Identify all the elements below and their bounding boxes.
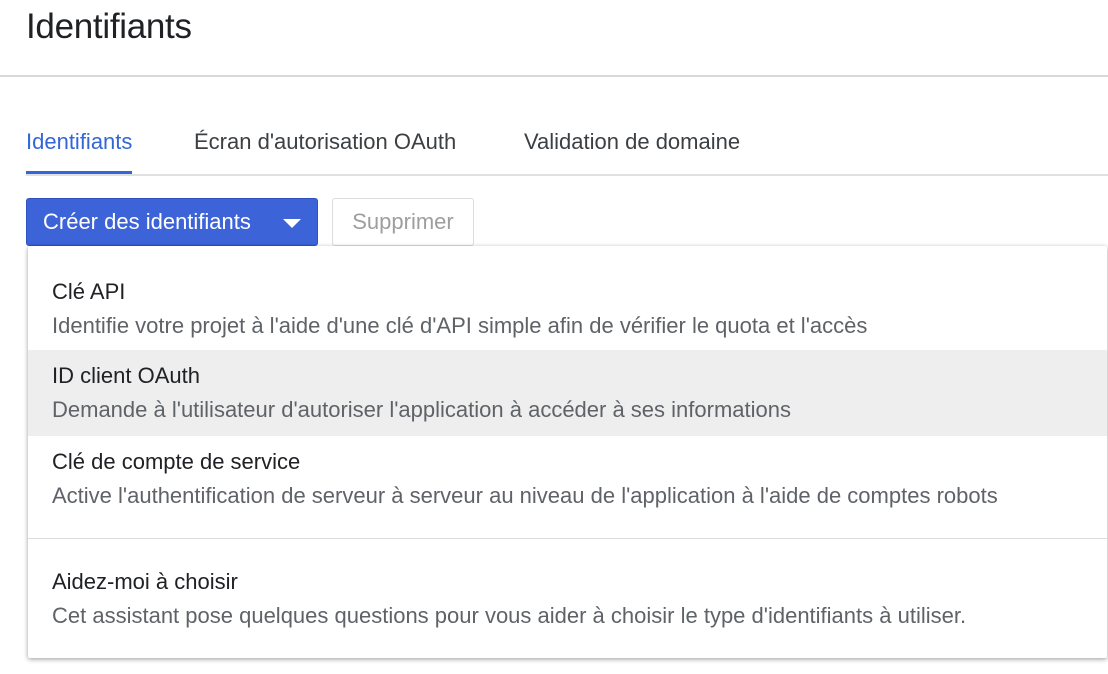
menu-item-title: Clé API (52, 279, 126, 304)
create-credentials-menu: Clé API Identifie votre projet à l'aide … (28, 246, 1107, 658)
menu-item-title: Clé de compte de service (52, 449, 301, 474)
tab-oauth-consent-screen[interactable]: Écran d'autorisation OAuth (194, 120, 456, 174)
tabs-divider (26, 174, 1108, 176)
menu-item-description: Identifie votre projet à l'aide d'une cl… (52, 313, 868, 338)
tab-label: Identifiants (26, 129, 133, 154)
tab-label: Validation de domaine (524, 129, 741, 154)
delete-label: Supprimer (352, 209, 454, 234)
title-divider (0, 75, 1108, 77)
tab-label: Écran d'autorisation OAuth (194, 129, 457, 154)
menu-item-title: Aidez-moi à choisir (52, 569, 238, 594)
menu-item-api-key[interactable]: Clé API Identifie votre projet à l'aide … (28, 266, 1107, 350)
menu-item-description: Cet assistant pose quelques questions po… (52, 603, 967, 628)
create-credentials-button[interactable]: Créer des identifiants (26, 198, 318, 246)
page-title: Identifiants (26, 7, 192, 46)
menu-item-service-account-key[interactable]: Clé de compte de service Active l'authen… (28, 436, 1107, 522)
menu-item-help-me-choose[interactable]: Aidez-moi à choisir Cet assistant pose q… (28, 556, 1107, 642)
caret-down-icon (283, 219, 301, 228)
tab-credentials[interactable]: Identifiants (26, 120, 133, 174)
menu-divider (28, 538, 1107, 539)
credentials-page: Identifiants Identifiants Écran d'autori… (0, 0, 1108, 674)
menu-item-description: Demande à l'utilisateur d'autoriser l'ap… (52, 397, 791, 422)
menu-item-title: ID client OAuth (52, 363, 200, 388)
tab-domain-verification[interactable]: Validation de domaine (524, 120, 740, 174)
tab-bar: Identifiants Écran d'autorisation OAuth … (0, 120, 1108, 176)
create-credentials-label: Créer des identifiants (43, 209, 251, 234)
menu-item-oauth-client-id[interactable]: ID client OAuth Demande à l'utilisateur … (28, 350, 1107, 436)
menu-item-description: Active l'authentification de serveur à s… (52, 483, 998, 508)
delete-button[interactable]: Supprimer (332, 198, 474, 246)
